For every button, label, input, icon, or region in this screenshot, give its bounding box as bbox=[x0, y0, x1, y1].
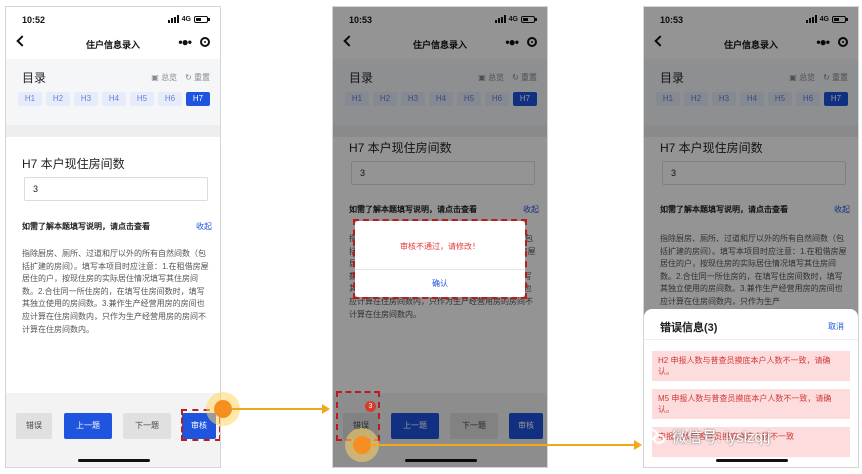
nav-bar: 住户信息录入 •●• bbox=[6, 33, 220, 55]
home-indicator bbox=[78, 459, 150, 462]
toc-chip-h2[interactable]: H2 bbox=[46, 92, 70, 106]
reset-label: 重置 bbox=[194, 73, 210, 82]
battery-icon bbox=[194, 15, 210, 23]
overview-label: 总览 bbox=[161, 73, 178, 82]
home-indicator bbox=[716, 459, 788, 462]
error-button[interactable]: 错误 bbox=[16, 413, 52, 439]
flow-arrow-line bbox=[232, 408, 322, 410]
explanation-text: 指除厨房、厕所、过道和厅以外的所有自然间数（包括扩建的房间）。填写本项目时应注意… bbox=[22, 249, 209, 334]
hint-text: 如需了解本题填写说明，请点击查看 bbox=[22, 222, 150, 231]
wechat-icon bbox=[645, 428, 667, 445]
watermark: 微信号: lyslzqtj bbox=[645, 426, 770, 447]
phone-screen-2: 10:53 4G 住户信息录入 •●• 目录 ▣ 总览 ↻ 重置 H1 H2 H… bbox=[332, 6, 548, 468]
section-divider bbox=[6, 125, 220, 137]
toc-chips: H1 H2 H3 H4 H5 H6 H7 bbox=[18, 92, 210, 106]
status-time: 10:52 bbox=[22, 15, 46, 25]
flow-arrow-head bbox=[634, 440, 642, 450]
error-count-badge: 3 bbox=[365, 401, 376, 412]
signal-icon bbox=[167, 15, 179, 23]
signal-indicator: 4G bbox=[167, 15, 210, 23]
question-title: H7 本户现住房间数 bbox=[22, 157, 125, 171]
tap-indicator-inner bbox=[353, 436, 371, 454]
next-button[interactable]: 下一题 bbox=[123, 413, 171, 439]
toc-chip-h3[interactable]: H3 bbox=[74, 92, 98, 106]
answer-input[interactable]: 3 bbox=[24, 177, 208, 201]
close-miniprogram-icon[interactable] bbox=[200, 37, 210, 47]
network-type: 4G bbox=[181, 15, 191, 23]
watermark-text: 微信号: lyslzqtj bbox=[672, 429, 771, 446]
error-sheet-divider bbox=[644, 339, 858, 340]
toc-chip-h5[interactable]: H5 bbox=[130, 92, 154, 106]
reset-button[interactable]: ↻ 重置 bbox=[185, 72, 210, 83]
tutorial-figure: 10:52 4G 住户信息录入 •●• 目录 ▣ 总览 ↻ 重置 H1 H2 H… bbox=[0, 0, 862, 474]
error-item[interactable]: H2 申报人数与普查员摸底本户人数不一致，请确认。 bbox=[652, 351, 850, 381]
toc-chip-h1[interactable]: H1 bbox=[18, 92, 42, 106]
error-sheet-title: 错误信息(3) bbox=[660, 322, 718, 334]
toc-panel: 目录 ▣ 总览 ↻ 重置 H1 H2 H3 H4 H5 H6 H7 bbox=[6, 59, 220, 125]
more-icon[interactable]: •●• bbox=[178, 35, 192, 49]
flow-arrow-head bbox=[322, 404, 330, 414]
toc-label: 目录 bbox=[22, 71, 47, 85]
toc-actions: ▣ 总览 ↻ 重置 bbox=[151, 72, 210, 83]
highlight-dialog-box bbox=[353, 219, 527, 299]
overview-button[interactable]: ▣ 总览 bbox=[151, 72, 177, 83]
flow-arrow-line bbox=[370, 444, 634, 446]
error-sheet-cancel[interactable]: 取消 bbox=[828, 321, 844, 332]
fold-link[interactable]: 收起 bbox=[196, 221, 212, 232]
tap-indicator-inner bbox=[214, 400, 232, 418]
toc-chip-h4[interactable]: H4 bbox=[102, 92, 126, 106]
hint-row: 如需了解本题填写说明，请点击查看 收起 bbox=[22, 221, 212, 232]
error-item[interactable]: M5 申报人数与普查员摸底本户人数不一致，请确认。 bbox=[652, 389, 850, 419]
prev-button[interactable]: 上一题 bbox=[64, 413, 112, 439]
status-bar: 10:52 4G bbox=[6, 7, 220, 29]
toc-chip-h6[interactable]: H6 bbox=[158, 92, 182, 106]
phone-screen-3: 10:53 4G 住户信息录入 •●• 目录 ▣ 总览 ↻ 重置 H1 H2 H… bbox=[643, 6, 859, 468]
toc-chip-h7[interactable]: H7 bbox=[186, 92, 210, 106]
phone-screen-1: 10:52 4G 住户信息录入 •●• 目录 ▣ 总览 ↻ 重置 H1 H2 H… bbox=[5, 6, 221, 468]
